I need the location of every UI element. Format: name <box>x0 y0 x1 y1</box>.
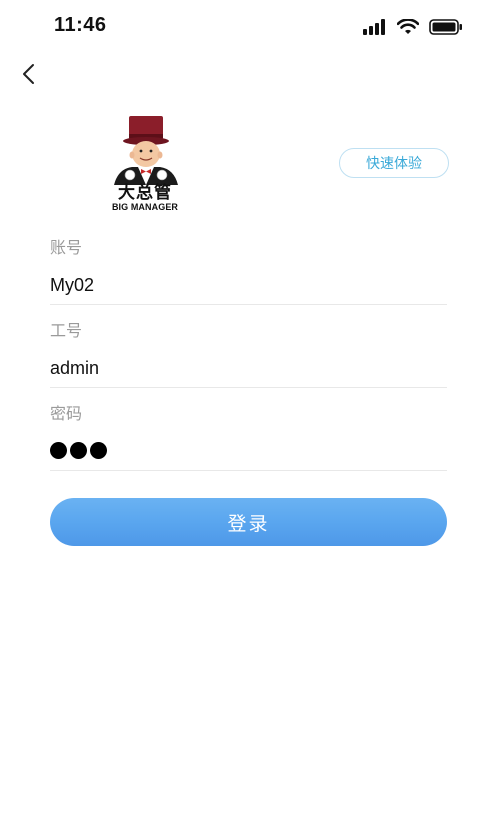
status-icons <box>363 17 463 35</box>
ear-right <box>157 151 163 159</box>
status-bar: 11:46 <box>0 0 497 52</box>
back-button[interactable] <box>14 58 44 90</box>
logo-text-cn: 大总管 <box>118 183 172 203</box>
account-divider <box>50 304 447 305</box>
password-field[interactable] <box>50 442 107 459</box>
password-mask-dot <box>90 442 107 459</box>
ear-left <box>129 151 135 159</box>
login-button[interactable]: 登录 <box>50 498 447 546</box>
password-mask-dot <box>50 442 67 459</box>
battery-icon <box>429 19 462 35</box>
employee-id-label: 工号 <box>50 321 83 340</box>
glove-left <box>124 169 136 181</box>
account-field[interactable]: My02 <box>50 275 94 296</box>
eye-left <box>139 149 143 153</box>
signal-icon <box>363 19 385 35</box>
password-mask-dot <box>70 442 87 459</box>
chevron-left-icon <box>23 64 34 84</box>
logo-text-en: BIG MANAGER <box>111 202 179 212</box>
face <box>132 141 160 167</box>
glove-right <box>156 169 168 181</box>
status-time: 11:46 <box>54 14 107 36</box>
account-label: 账号 <box>50 238 83 257</box>
employee-id-field[interactable]: admin <box>50 358 99 379</box>
employee-id-divider <box>50 387 447 388</box>
quick-experience-button[interactable]: 快速体验 <box>339 148 449 178</box>
eye-right <box>149 149 153 153</box>
password-divider <box>50 470 447 471</box>
wifi-icon <box>397 19 419 34</box>
password-label: 密码 <box>50 404 83 423</box>
